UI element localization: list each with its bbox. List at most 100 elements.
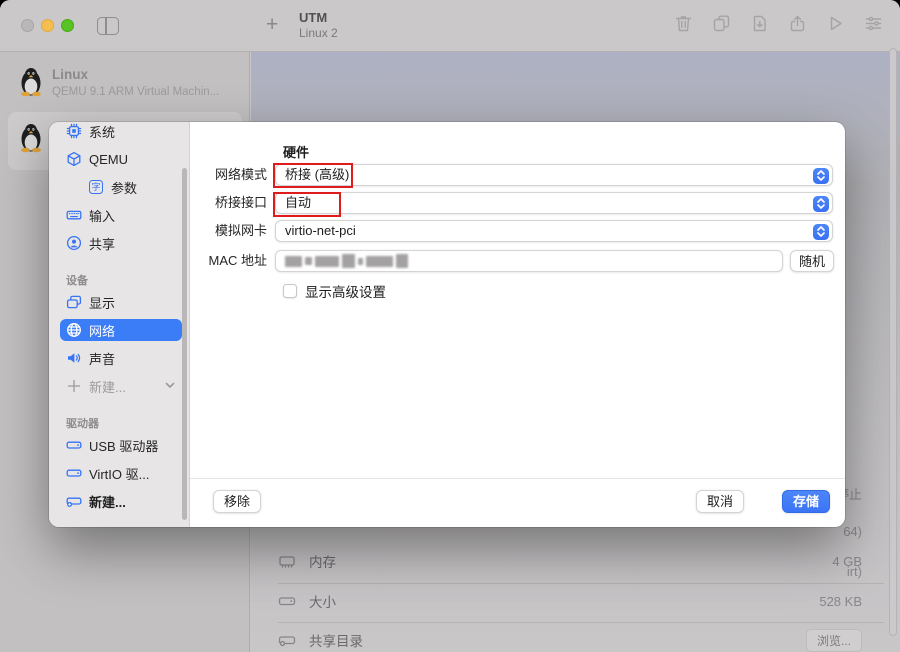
sidebar-item-sound[interactable]: 声音	[60, 347, 182, 369]
settings-dialog: 系统 QEMU 字 参数 输入 共享 设备 显示	[49, 122, 845, 527]
sidebar-section-drives: 驱动器	[66, 415, 182, 431]
sharing-person-icon	[66, 235, 82, 251]
sidebar-item-label: 显示	[89, 293, 115, 312]
browse-button[interactable]: 浏览...	[806, 629, 862, 652]
chevron-down-icon	[164, 379, 176, 394]
sidebar-item-qemu[interactable]: QEMU	[60, 148, 182, 170]
sidebar-item-label: 参数	[111, 178, 137, 197]
sidebar-item-label: 网络	[89, 321, 115, 340]
cpu-icon	[66, 123, 82, 139]
cube-icon	[66, 151, 82, 167]
sidebar-item-usb-drive[interactable]: USB 驱动器	[60, 434, 182, 456]
emulated-nic-row: 模拟网卡 virtio-net-pci	[190, 220, 833, 242]
add-vm-button[interactable]: +	[266, 13, 278, 37]
sidebar-item-label: 系统	[89, 122, 115, 141]
checkbox-label: 显示高级设置	[305, 281, 386, 301]
advanced-settings-row: 显示高级设置	[283, 281, 386, 301]
row-value: 4 GB	[832, 554, 862, 569]
vm-list-item-linux[interactable]: Linux QEMU 9.1 ARM Virtual Machin...	[8, 60, 242, 112]
dropdown-stepper-icon	[813, 168, 829, 184]
minimize-button[interactable]	[41, 19, 54, 32]
duplicate-icon[interactable]	[711, 13, 732, 34]
tux-icon	[14, 120, 48, 159]
sidebar-item-new-device[interactable]: 新建...	[60, 375, 182, 397]
row-label: 内存	[309, 551, 336, 571]
utm-window: + UTM Linux 2 Linux QEMU 9.1 ARM Virtual…	[0, 0, 900, 652]
dropdown-stepper-icon	[813, 196, 829, 212]
drive-icon	[66, 465, 82, 481]
close-button[interactable]	[21, 19, 34, 32]
scrollbar-thumb[interactable]	[889, 48, 897, 636]
window-title: UTM Linux 2	[299, 10, 338, 41]
row-value: 528 KB	[819, 594, 862, 609]
random-mac-button[interactable]: 随机	[790, 250, 834, 272]
save-document-icon[interactable]	[749, 13, 770, 34]
sidebar-item-new-drive[interactable]: 新建...	[60, 490, 182, 512]
memory-row: 内存 4 GB	[278, 550, 862, 572]
sidebar-item-label: QEMU	[89, 152, 128, 167]
dialog-footer: 移除 取消 存储	[190, 490, 830, 513]
trash-icon[interactable]	[673, 13, 694, 34]
share-icon[interactable]	[787, 13, 808, 34]
annotation-box-network-mode	[273, 163, 353, 188]
sidebar-section-devices: 设备	[66, 272, 182, 288]
dropdown-value: virtio-net-pci	[285, 223, 356, 238]
mac-address-row: MAC 地址 随机	[190, 250, 833, 272]
sidebar-item-label: 共享	[89, 234, 115, 253]
field-label: 模拟网卡	[190, 220, 275, 242]
argument-badge-icon: 字	[88, 179, 104, 195]
drive-icon	[278, 592, 296, 610]
sidebar-item-arguments[interactable]: 字 参数	[82, 176, 182, 198]
annotation-box-bridge-interface	[273, 192, 341, 217]
sidebar-item-virtio-drive[interactable]: VirtIO 驱...	[60, 462, 182, 484]
field-label: 网络模式	[190, 164, 275, 186]
section-title: 硬件	[283, 142, 309, 161]
field-label: 桥接接口	[190, 192, 275, 214]
sidebar-item-input[interactable]: 输入	[60, 204, 182, 226]
sidebar-item-label: 声音	[89, 349, 115, 368]
footer-divider	[190, 478, 845, 479]
run-icon[interactable]	[825, 13, 846, 34]
field-label: MAC 地址	[190, 250, 275, 272]
sidebar-scrollbar-thumb[interactable]	[182, 168, 187, 520]
remove-button[interactable]: 移除	[213, 490, 261, 513]
cancel-button[interactable]: 取消	[696, 490, 744, 513]
sidebar-item-sharing[interactable]: 共享	[60, 232, 182, 254]
shared-dir-row: 共享目录 浏览...	[278, 629, 862, 651]
mac-address-input[interactable]	[275, 250, 783, 272]
vm-subtitle: Linux 2	[299, 26, 338, 41]
globe-icon	[66, 322, 82, 338]
drive-icon	[66, 437, 82, 453]
save-button[interactable]: 存储	[782, 490, 830, 513]
settings-sidebar: 系统 QEMU 字 参数 输入 共享 设备 显示	[49, 122, 190, 527]
size-row: 大小 528 KB	[278, 590, 862, 612]
row-divider	[278, 622, 884, 623]
sidebar-item-system[interactable]: 系统	[60, 122, 182, 142]
sidebar-item-label: 新建...	[89, 492, 126, 511]
emulated-nic-dropdown[interactable]: virtio-net-pci	[275, 220, 833, 242]
sidebar-item-label: USB 驱动器	[89, 436, 158, 455]
sidebar-item-display[interactable]: 显示	[60, 291, 182, 313]
sidebar-item-label: VirtIO 驱...	[89, 464, 149, 483]
titlebar: + UTM Linux 2	[0, 0, 900, 52]
display-icon	[66, 294, 82, 310]
shared-drive-icon	[278, 631, 296, 649]
row-label: 共享目录	[309, 630, 363, 650]
show-advanced-checkbox[interactable]	[283, 284, 297, 298]
network-mode-dropdown[interactable]: 桥接 (高级)	[275, 164, 833, 186]
sidebar-item-network[interactable]: 网络	[60, 319, 182, 341]
row-label: 大小	[309, 591, 336, 611]
keyboard-icon	[66, 207, 82, 223]
speaker-icon	[66, 350, 82, 366]
zoom-button[interactable]	[61, 19, 74, 32]
sidebar-item-label: 新建...	[89, 377, 126, 396]
mac-address-redacted	[285, 251, 756, 271]
dropdown-stepper-icon	[813, 224, 829, 240]
toggle-sidebar-icon[interactable]	[97, 17, 119, 35]
app-title: UTM	[299, 10, 338, 26]
bridge-interface-dropdown[interactable]: 自动	[275, 192, 833, 214]
sidebar-item-label: 输入	[89, 206, 115, 225]
row-divider	[278, 583, 884, 584]
filter-sliders-icon[interactable]	[863, 13, 884, 34]
toolbar-actions	[673, 13, 884, 34]
